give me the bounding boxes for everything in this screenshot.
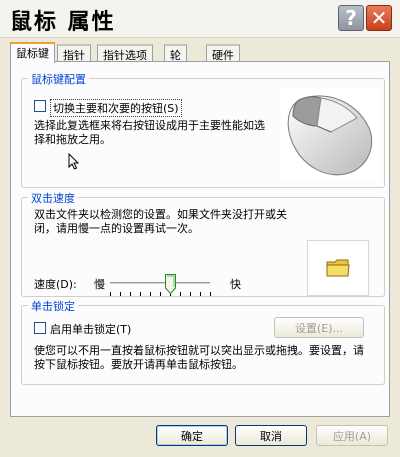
click-lock-title: 单击锁定 [28,298,78,314]
button-configuration-group: 鼠标键配置 切换主要和次要的按钮(S) 选择此复选框来将右按钮设成用于主要性能如… [21,71,385,188]
click-lock-description: 使您可以不用一直按着鼠标按钮就可以突出显示或拖拽。要设置，请按下鼠标按钮。要放开… [34,344,364,371]
click-lock-group: 单击锁定 启用单击锁定(T) 设置(E)... 使您可以不用一直按着鼠标按钮就可… [21,298,385,385]
slider-tick [200,292,201,296]
tab-wheel[interactable]: 轮 [164,44,187,62]
switch-buttons-checkbox[interactable] [34,100,46,112]
mouse-icon [287,95,373,176]
cancel-button[interactable]: 取消 [235,425,307,446]
slider-tick [190,292,191,296]
tab-hardware[interactable]: 硬件 [206,44,240,62]
help-button[interactable]: ? [338,5,364,31]
click-lock-label[interactable]: 启用单击锁定(T) [50,321,131,337]
slider-tick [160,292,161,296]
apply-button[interactable]: 应用(A) [316,425,388,446]
slow-label: 慢 [94,278,105,291]
tab-pointers[interactable]: 指针 [57,44,91,62]
speed-slider-track[interactable] [110,282,210,285]
button-configuration-title: 鼠标键配置 [28,71,89,87]
slider-tick [210,292,211,296]
tab-buttons[interactable]: 鼠标键 [10,42,55,63]
tab-pointer-options[interactable]: 指针选项 [97,44,153,62]
speed-label: 速度(D): [34,278,77,291]
double-click-speed-title: 双击速度 [28,190,78,206]
switch-buttons-label[interactable]: 切换主要和次要的按钮(S) [50,99,182,117]
close-button[interactable]: ✕ [366,5,392,31]
title-bar: 鼠标 属性 ? ✕ [0,0,400,38]
mouse-illustration [281,88,379,182]
folder-icon [326,259,350,277]
mouse-properties-dialog: 鼠标 属性 ? ✕ 鼠标键 指针 指针选项 轮 硬件 鼠标键配置 切换主要和次要… [0,0,400,457]
slider-tick [120,292,121,296]
slider-tick [150,292,151,296]
window-title: 鼠标 属性 [10,10,116,35]
fast-label: 快 [230,278,241,291]
slider-tick [140,292,141,296]
click-lock-checkbox[interactable] [34,322,46,334]
tab-panel: 鼠标键配置 切换主要和次要的按钮(S) 选择此复选框来将右按钮设成用于主要性能如… [10,61,390,417]
slider-tick [110,292,111,296]
speed-slider-thumb[interactable] [165,274,176,294]
double-click-description: 双击文件夹以检测您的设置。如果文件夹没打开或关闭，请用慢一点的设置再试一次。 [34,208,287,235]
switch-buttons-description: 选择此复选框来将右按钮设成用于主要性能如选择和拖放之用。 [34,119,265,146]
slider-tick [130,292,131,296]
click-lock-settings-button[interactable]: 设置(E)... [274,317,364,338]
tab-strip: 鼠标键 指针 指针选项 轮 硬件 [10,42,390,63]
mouse-cursor-icon [68,153,80,170]
ok-button[interactable]: 确定 [156,425,228,446]
test-folder[interactable] [307,240,369,296]
double-click-speed-group: 双击速度 双击文件夹以检测您的设置。如果文件夹没打开或关闭，请用慢一点的设置再试… [21,190,385,297]
slider-tick [180,292,181,296]
